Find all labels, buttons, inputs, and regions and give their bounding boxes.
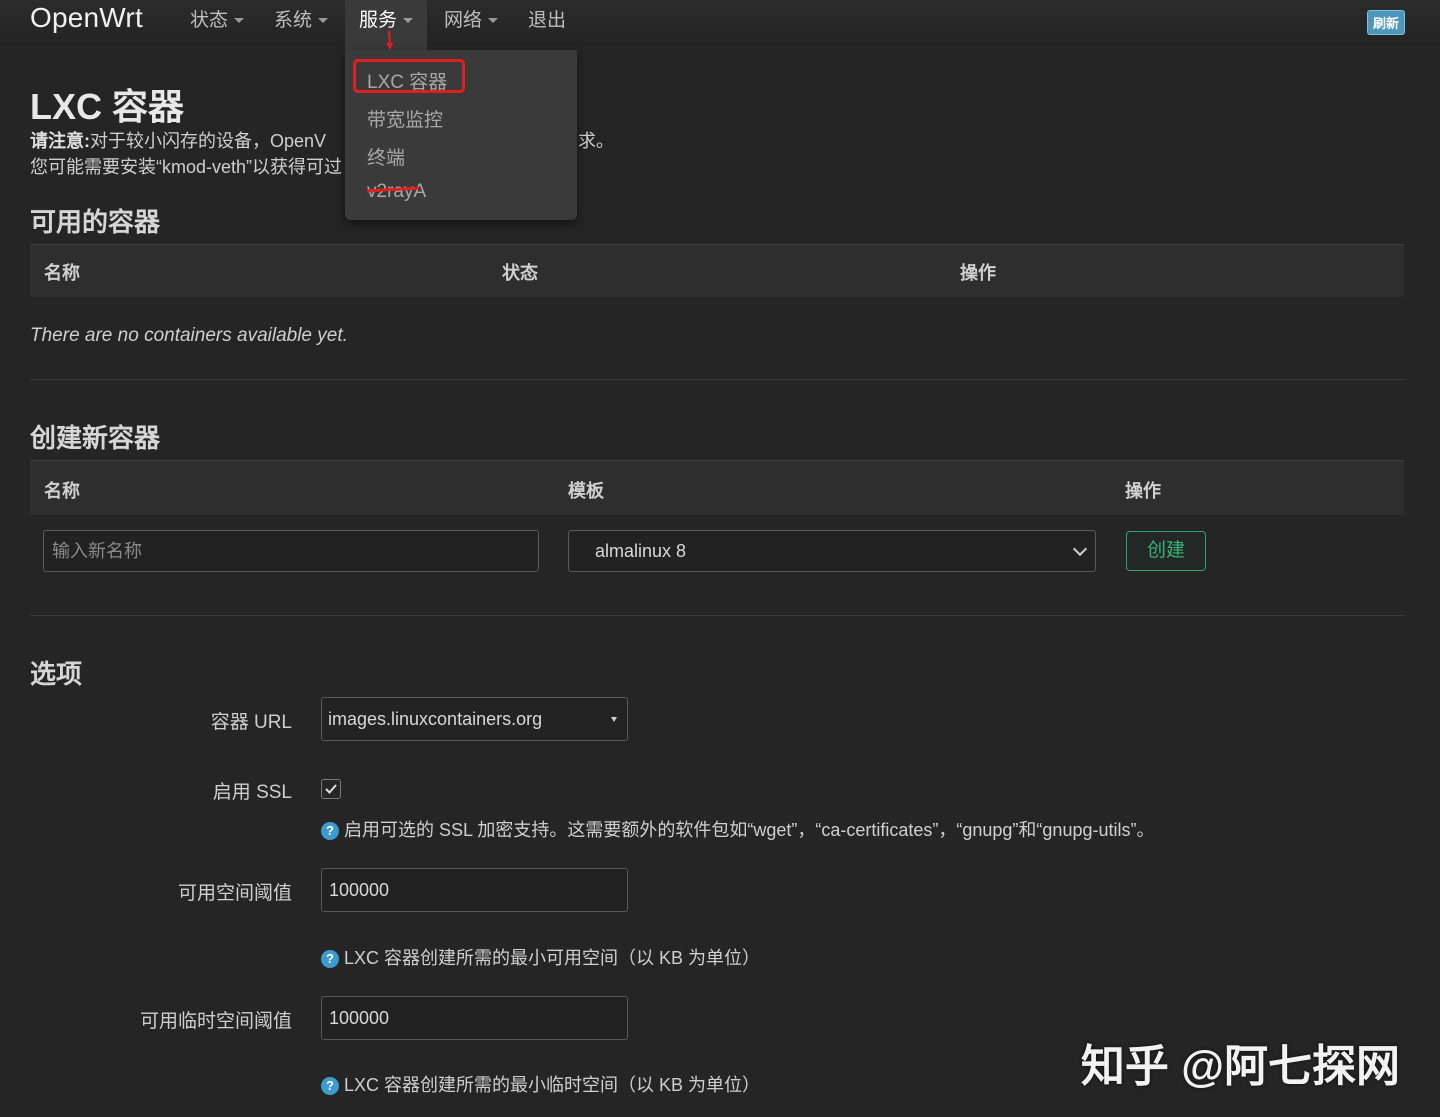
services-dropdown-menu: LXC 容器 带宽监控 终端 v2rayA bbox=[345, 50, 577, 220]
notice-line-2: 您可能需要安装“kmod-veth”以获得可过 bbox=[30, 153, 342, 179]
page-title: LXC 容器 bbox=[30, 78, 184, 130]
brand-logo[interactable]: OpenWrt bbox=[30, 2, 143, 34]
caret-down-icon bbox=[611, 717, 617, 722]
notice-text-1: 对于较小闪存的设备，OpenV bbox=[90, 131, 326, 151]
help-icon: ? bbox=[321, 950, 339, 968]
menu-item-bandwidth[interactable]: 带宽监控 bbox=[367, 105, 443, 132]
template-select[interactable]: almalinux 8 bbox=[568, 530, 1096, 572]
ssl-help-text: ? 启用可选的 SSL 加密支持。这需要额外的软件包如“wget”，“ca-cer… bbox=[321, 816, 1154, 842]
space-help-label: LXC 容器创建所需的最小可用空间（以 KB 为单位） bbox=[344, 948, 760, 968]
options-heading: 选项 bbox=[30, 654, 82, 691]
new-container-name-input[interactable] bbox=[43, 530, 539, 572]
menu-item-terminal[interactable]: 终端 bbox=[367, 143, 405, 170]
arrow-down-icon bbox=[385, 30, 395, 52]
nav-logout-label: 退出 bbox=[528, 10, 566, 31]
nav-system-label: 系统 bbox=[274, 10, 312, 31]
container-url-value: images.linuxcontainers.org bbox=[328, 709, 542, 729]
enable-ssl-label: 启用 SSL bbox=[0, 777, 292, 804]
col-actions: 操作 bbox=[960, 259, 996, 285]
checkmark-icon bbox=[324, 782, 338, 796]
caret-down-icon bbox=[318, 18, 328, 23]
container-url-label: 容器 URL bbox=[0, 707, 292, 734]
space-threshold-label: 可用空间阈值 bbox=[0, 878, 292, 905]
nav-logout[interactable]: 退出 bbox=[528, 0, 566, 46]
nav-status[interactable]: 状态 bbox=[190, 0, 244, 46]
nav-status-label: 状态 bbox=[190, 10, 228, 31]
nav-network[interactable]: 网络 bbox=[444, 0, 498, 46]
create-table-header: 名称 模板 操作 bbox=[30, 460, 1404, 515]
section-divider bbox=[30, 379, 1404, 380]
space-help-text: ? LXC 容器创建所需的最小可用空间（以 KB 为单位） bbox=[321, 944, 760, 970]
caret-down-icon bbox=[234, 18, 244, 23]
space-threshold-input[interactable]: 100000 bbox=[321, 868, 628, 912]
template-select-value: almalinux 8 bbox=[595, 541, 686, 561]
top-navbar: OpenWrt 状态 系统 服务 网络 退出 刷新 bbox=[0, 0, 1440, 46]
temp-threshold-input[interactable]: 100000 bbox=[321, 996, 628, 1040]
refresh-badge[interactable]: 刷新 bbox=[1367, 10, 1405, 35]
highlight-box bbox=[353, 59, 465, 93]
empty-containers-message: There are no containers available yet. bbox=[30, 325, 348, 347]
notice-line-1-tail: 求。 bbox=[578, 127, 614, 153]
available-table-header: 名称 状态 操作 bbox=[30, 244, 1404, 297]
col-name: 名称 bbox=[44, 477, 80, 503]
caret-down-icon bbox=[488, 18, 498, 23]
watermark: 知乎 @阿七探网 bbox=[1081, 1030, 1400, 1094]
temp-threshold-label: 可用临时空间阈值 bbox=[0, 1006, 292, 1033]
col-name: 名称 bbox=[44, 259, 80, 285]
container-url-combobox[interactable]: images.linuxcontainers.org bbox=[321, 697, 628, 741]
nav-services-label: 服务 bbox=[359, 10, 397, 31]
col-template: 模板 bbox=[568, 477, 604, 503]
menu-item-v2raya[interactable]: v2rayA bbox=[367, 181, 426, 203]
notice-bold: 请注意: bbox=[30, 131, 90, 151]
help-icon: ? bbox=[321, 822, 339, 840]
help-icon: ? bbox=[321, 1077, 339, 1095]
create-button[interactable]: 创建 bbox=[1126, 531, 1206, 571]
temp-help-text: ? LXC 容器创建所需的最小临时空间（以 KB 为单位） bbox=[321, 1071, 760, 1097]
section-divider bbox=[30, 615, 1404, 616]
temp-help-label: LXC 容器创建所需的最小临时空间（以 KB 为单位） bbox=[344, 1075, 760, 1095]
create-container-heading: 创建新容器 bbox=[30, 418, 160, 455]
nav-system[interactable]: 系统 bbox=[274, 0, 328, 46]
notice-line-1: 请注意:对于较小闪存的设备，OpenV bbox=[30, 127, 326, 153]
available-containers-heading: 可用的容器 bbox=[30, 202, 160, 239]
ssl-help-label: 启用可选的 SSL 加密支持。这需要额外的软件包如“wget”，“ca-cert… bbox=[344, 820, 1154, 840]
caret-down-icon bbox=[403, 18, 413, 23]
nav-network-label: 网络 bbox=[444, 10, 482, 31]
col-actions: 操作 bbox=[1125, 477, 1161, 503]
enable-ssl-checkbox[interactable] bbox=[321, 779, 341, 799]
chevron-down-icon bbox=[1073, 542, 1087, 556]
col-status: 状态 bbox=[502, 259, 538, 285]
